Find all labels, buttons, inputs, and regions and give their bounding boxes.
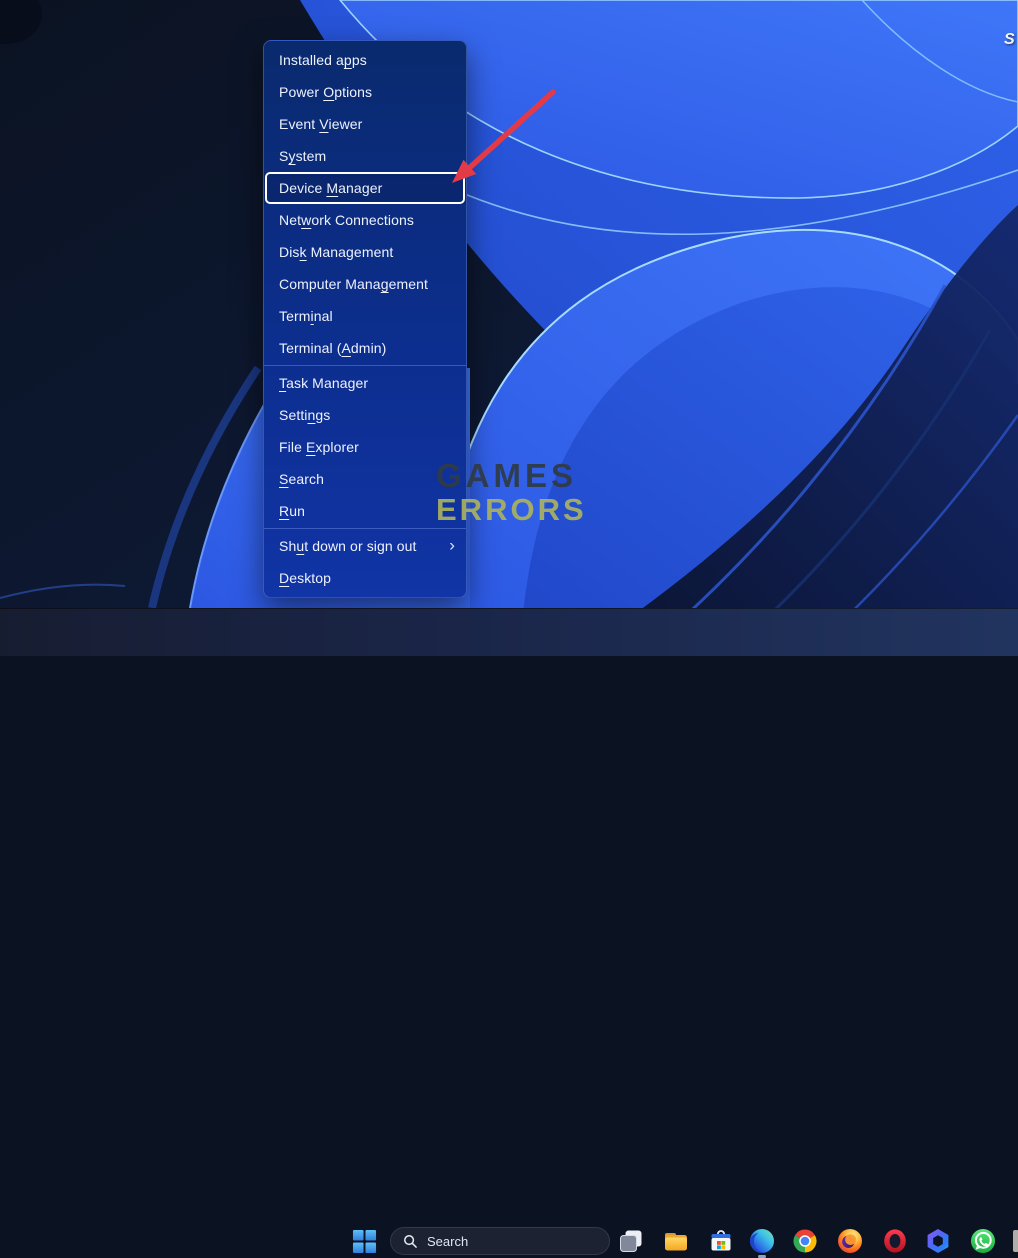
taskbar: Search bbox=[0, 608, 1018, 656]
menu-item-label: Terminal bbox=[279, 308, 333, 324]
whatsapp-icon bbox=[970, 1228, 996, 1254]
microsoft-365-button[interactable] bbox=[922, 1225, 954, 1257]
menu-item-event-viewer[interactable]: Event Viewer bbox=[264, 108, 466, 140]
firefox-icon bbox=[837, 1228, 863, 1254]
menu-item-shut-down-or-sign-out[interactable]: Shut down or sign out › bbox=[264, 530, 466, 562]
menu-item-task-manager[interactable]: Task Manager bbox=[264, 367, 466, 399]
menu-item-device-manager[interactable]: Device Manager bbox=[264, 172, 466, 204]
whatsapp-button[interactable] bbox=[967, 1225, 999, 1257]
menu-item-label: Device Manager bbox=[279, 180, 382, 196]
edge-button[interactable] bbox=[746, 1225, 778, 1257]
menu-item-label: Power Options bbox=[279, 84, 372, 100]
opera-icon bbox=[882, 1228, 908, 1254]
menu-item-label: Disk Management bbox=[279, 244, 393, 260]
chrome-button[interactable] bbox=[789, 1225, 821, 1257]
search-input[interactable]: Search bbox=[390, 1227, 610, 1255]
menu-item-label: Task Manager bbox=[279, 375, 368, 391]
task-view-icon bbox=[618, 1228, 644, 1254]
menu-item-system[interactable]: System bbox=[264, 140, 466, 172]
menu-item-settings[interactable]: Settings bbox=[264, 399, 466, 431]
menu-item-label: Shut down or sign out bbox=[279, 538, 417, 554]
menu-separator bbox=[264, 528, 466, 529]
menu-item-label: Settings bbox=[279, 407, 330, 423]
menu-item-terminal-admin[interactable]: Terminal (Admin) bbox=[264, 332, 466, 364]
menu-item-computer-management[interactable]: Computer Management bbox=[264, 268, 466, 300]
file-explorer-icon bbox=[663, 1228, 689, 1254]
search-placeholder: Search bbox=[427, 1234, 468, 1249]
menu-item-file-explorer[interactable]: File Explorer bbox=[264, 431, 466, 463]
menu-item-label: Run bbox=[279, 503, 305, 519]
menu-item-label: Event Viewer bbox=[279, 116, 362, 132]
menu-item-desktop[interactable]: Desktop bbox=[264, 562, 466, 594]
search-icon bbox=[403, 1234, 418, 1249]
menu-item-label: Search bbox=[279, 471, 324, 487]
cropped-taskbar-icon[interactable] bbox=[1013, 1230, 1018, 1252]
microsoft-365-icon bbox=[925, 1228, 951, 1254]
menu-item-disk-management[interactable]: Disk Management bbox=[264, 236, 466, 268]
windows-logo-icon bbox=[352, 1229, 377, 1254]
menu-item-label: Installed apps bbox=[279, 52, 367, 68]
opera-button[interactable] bbox=[879, 1225, 911, 1257]
menu-item-label: Computer Management bbox=[279, 276, 428, 292]
menu-item-search[interactable]: Search bbox=[264, 463, 466, 495]
menu-item-terminal[interactable]: Terminal bbox=[264, 300, 466, 332]
cropped-corner-text: S bbox=[1004, 31, 1015, 49]
desktop-wallpaper bbox=[0, 0, 1018, 656]
menu-item-label: Network Connections bbox=[279, 212, 414, 228]
start-button[interactable] bbox=[348, 1225, 380, 1257]
menu-item-label: Desktop bbox=[279, 570, 331, 586]
submenu-chevron-icon: › bbox=[449, 535, 455, 555]
menu-item-installed-apps[interactable]: Installed apps bbox=[264, 44, 466, 76]
chrome-icon bbox=[792, 1228, 818, 1254]
menu-item-network-connections[interactable]: Network Connections bbox=[264, 204, 466, 236]
menu-item-label: Terminal (Admin) bbox=[279, 340, 386, 356]
firefox-button[interactable] bbox=[834, 1225, 866, 1257]
edge-icon bbox=[749, 1228, 775, 1254]
task-view-button[interactable] bbox=[615, 1225, 647, 1257]
menu-item-power-options[interactable]: Power Options bbox=[264, 76, 466, 108]
microsoft-store-icon bbox=[708, 1228, 734, 1254]
context-menu: Installed apps Power Options Event Viewer S… bbox=[263, 40, 467, 598]
menu-item-label: File Explorer bbox=[279, 439, 359, 455]
microsoft-store-button[interactable] bbox=[705, 1225, 737, 1257]
menu-separator bbox=[264, 365, 466, 366]
file-explorer-button[interactable] bbox=[660, 1225, 692, 1257]
menu-item-run[interactable]: Run bbox=[264, 495, 466, 527]
menu-item-label: System bbox=[279, 148, 326, 164]
